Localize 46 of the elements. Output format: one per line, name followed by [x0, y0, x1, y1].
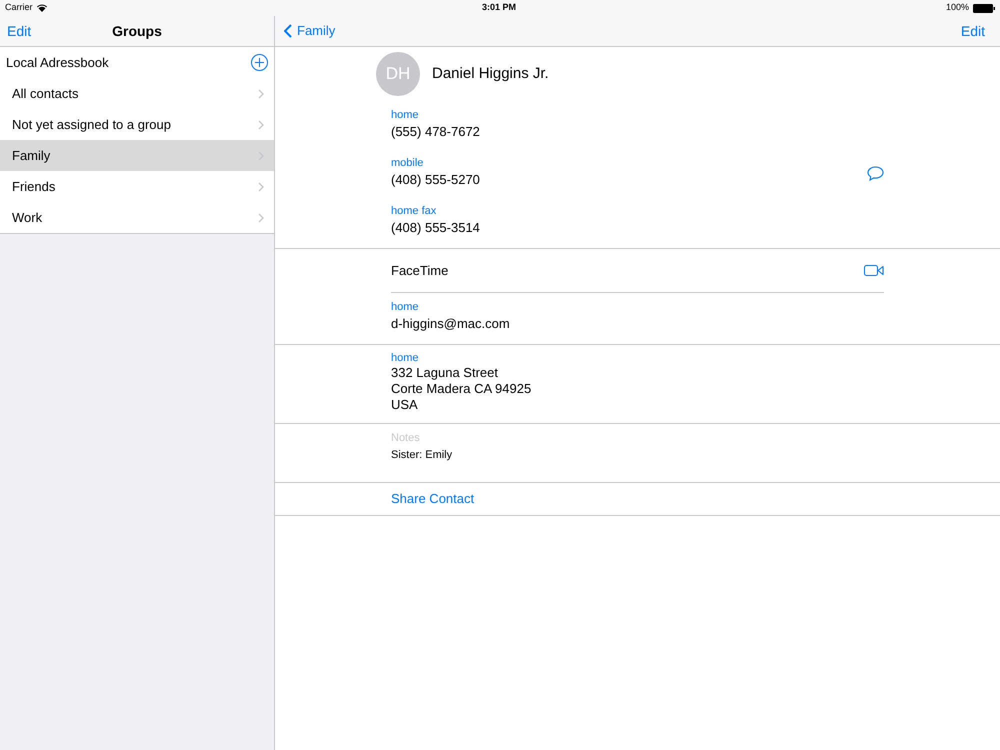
avatar: DH: [376, 52, 420, 96]
field-label: home fax: [391, 204, 438, 218]
field-label: home: [391, 351, 420, 365]
phone-number[interactable]: (408) 555-5270: [391, 170, 480, 190]
group-row[interactable]: Work: [0, 202, 274, 233]
email-address[interactable]: d-higgins@mac.com: [391, 314, 884, 334]
group-label: Not yet assigned to a group: [12, 116, 171, 134]
field-label: home: [391, 300, 420, 314]
back-button[interactable]: Family: [284, 21, 336, 41]
chevron-icon: [258, 88, 264, 98]
add-icon[interactable]: [251, 54, 268, 71]
edit-button[interactable]: Edit: [7, 20, 32, 42]
message-icon[interactable]: [867, 166, 884, 180]
notes-text: Sister: Emily: [391, 448, 454, 462]
share-contact-link[interactable]: Share Contact: [391, 489, 474, 509]
group-row[interactable]: Family: [0, 140, 274, 171]
group-label: Family: [12, 146, 50, 165]
group-label: All contacts: [12, 84, 78, 103]
group-label: Work: [12, 208, 42, 227]
field-label: mobile: [391, 156, 424, 170]
field-label: home: [391, 108, 420, 122]
phone-number[interactable]: (408) 555-3514: [391, 218, 480, 238]
notes-label: Notes: [391, 431, 421, 445]
edit-button[interactable]: Edit: [960, 20, 985, 42]
back-chevron-icon: [284, 24, 292, 38]
sidebar-title: Groups: [112, 22, 162, 41]
battery-label: 100%: [946, 1, 969, 14]
group-row[interactable]: Friends: [0, 171, 274, 202]
battery-icon: [973, 4, 995, 12]
carrier-label: Carrier: [5, 1, 33, 14]
contact-name: Daniel Higgins Jr.: [432, 64, 549, 84]
address-line: USA: [391, 397, 419, 413]
chevron-icon: [258, 212, 264, 222]
clock: 3:01 PM: [482, 1, 516, 14]
wifi-icon: [36, 4, 47, 12]
address-line: Corte Madera CA 94925: [391, 381, 532, 397]
group-row[interactable]: All contacts: [0, 78, 274, 109]
address-line: 332 Laguna Street: [391, 365, 499, 381]
video-camera-icon[interactable]: [864, 265, 884, 276]
phone-number[interactable]: (555) 478-7672: [391, 122, 480, 142]
chevron-icon: [258, 120, 264, 130]
chevron-icon: [258, 182, 264, 192]
section-header: Local Adressbook: [6, 54, 109, 72]
group-label: Friends: [12, 178, 56, 196]
group-row[interactable]: Not yet assigned to a group: [0, 109, 274, 140]
facetime-label[interactable]: FaceTime: [391, 260, 448, 280]
